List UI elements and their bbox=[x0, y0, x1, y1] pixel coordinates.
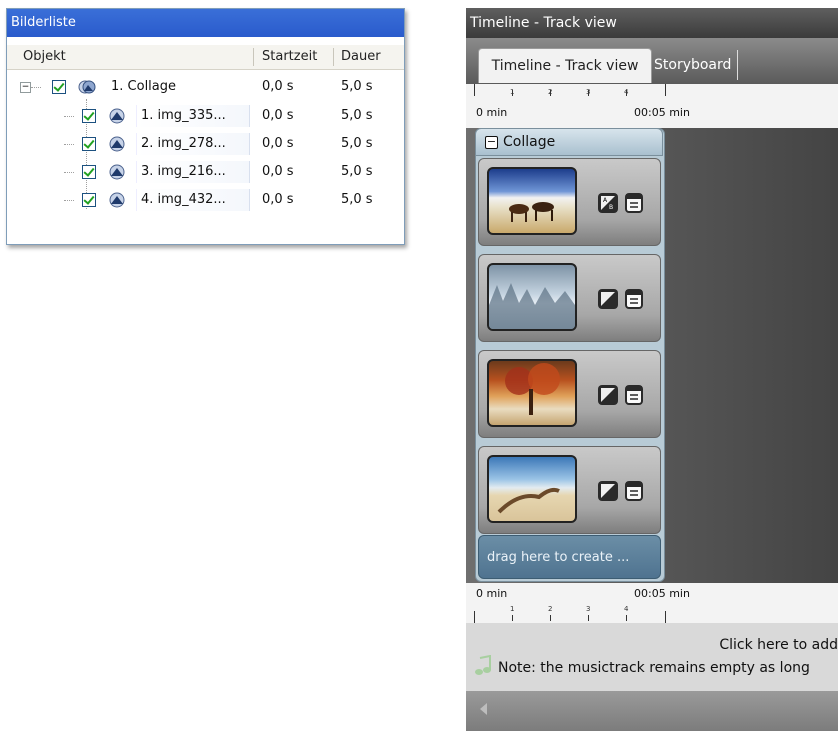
tab-track-view[interactable]: Timeline - Track view bbox=[478, 48, 652, 83]
clip-properties-icon[interactable] bbox=[623, 288, 645, 310]
transition-ab-icon[interactable] bbox=[597, 480, 619, 502]
checkbox-collage[interactable] bbox=[52, 80, 66, 94]
scroll-left-icon[interactable] bbox=[480, 703, 487, 715]
clip-4[interactable] bbox=[478, 446, 661, 534]
time-ruler-top[interactable]: 1 2 3 4 0 min 00:05 min bbox=[466, 84, 838, 128]
checkbox-image[interactable] bbox=[82, 137, 96, 151]
time-ruler-bottom[interactable]: 0 min 00:05 min 1 2 3 4 bbox=[466, 583, 838, 623]
ruler-mark-label: 00:05 min bbox=[634, 106, 690, 119]
transition-ab-icon[interactable] bbox=[597, 384, 619, 406]
ruler-start-label: 0 min bbox=[476, 106, 508, 119]
start-time: 0,0 s bbox=[262, 192, 294, 207]
clip-properties-icon[interactable] bbox=[623, 384, 645, 406]
list-item[interactable]: − 1. Collage 0,0 s 5,0 s bbox=[7, 73, 404, 101]
duration: 5,0 s bbox=[341, 164, 373, 179]
start-time: 0,0 s bbox=[262, 108, 294, 123]
list-item[interactable]: 1. img_335... 0,0 s 5,0 s bbox=[7, 102, 404, 130]
list-item[interactable]: 4. img_432... 0,0 s 5,0 s bbox=[7, 186, 404, 214]
image-name[interactable]: 3. img_216... bbox=[141, 158, 226, 186]
group-label: Collage bbox=[503, 134, 556, 150]
tab-bar: Timeline - Track view Storyboard bbox=[466, 38, 838, 84]
start-time: 0,0 s bbox=[262, 136, 294, 151]
music-note-icon bbox=[475, 655, 491, 675]
collage-name: 1. Collage bbox=[111, 79, 177, 94]
clip-1[interactable]: A B bbox=[478, 158, 661, 246]
checkbox-image[interactable] bbox=[82, 109, 96, 123]
collapse-group-button[interactable]: − bbox=[485, 136, 498, 149]
add-music-hint[interactable]: Click here to add bbox=[719, 637, 838, 653]
transition-ab-icon[interactable]: A B bbox=[597, 192, 619, 214]
start-time: 0,0 s bbox=[262, 164, 294, 179]
clip-3[interactable] bbox=[478, 350, 661, 438]
duration: 5,0 s bbox=[341, 79, 373, 94]
image-icon bbox=[109, 108, 125, 124]
image-name[interactable]: 4. img_432... bbox=[141, 186, 226, 214]
winter-thumbnail bbox=[487, 263, 577, 331]
column-startzeit[interactable]: Startzeit bbox=[262, 45, 317, 69]
clip-2[interactable] bbox=[478, 254, 661, 342]
duration: 5,0 s bbox=[341, 136, 373, 151]
image-icon bbox=[109, 136, 125, 152]
column-dauer[interactable]: Dauer bbox=[341, 45, 381, 69]
drag-drop-zone[interactable]: drag here to create ... bbox=[478, 535, 661, 579]
column-objekt[interactable]: Objekt bbox=[23, 45, 66, 69]
tab-storyboard[interactable]: Storyboard bbox=[654, 50, 739, 80]
collapse-toggle[interactable]: − bbox=[20, 82, 31, 93]
list-item[interactable]: 3. img_216... 0,0 s 5,0 s bbox=[7, 158, 404, 186]
image-icon bbox=[109, 192, 125, 208]
start-time: 0,0 s bbox=[262, 79, 294, 94]
image-name[interactable]: 2. img_278... bbox=[141, 130, 226, 158]
timeline-panel: Timeline - Track view Timeline - Track v… bbox=[466, 8, 838, 731]
list-item[interactable]: 2. img_278... 0,0 s 5,0 s bbox=[7, 130, 404, 158]
music-track[interactable]: Click here to add Note: the musictrack r… bbox=[466, 623, 838, 691]
svg-text:B: B bbox=[609, 204, 613, 211]
checkbox-image[interactable] bbox=[82, 193, 96, 207]
checkbox-image[interactable] bbox=[82, 165, 96, 179]
timeline-title: Timeline - Track view bbox=[466, 8, 838, 38]
transition-ab-icon[interactable] bbox=[597, 288, 619, 310]
duration: 5,0 s bbox=[341, 108, 373, 123]
horizontal-scrollbar[interactable] bbox=[466, 691, 838, 731]
collage-icon bbox=[78, 80, 96, 94]
autumn-tree-thumbnail bbox=[487, 359, 577, 427]
music-note-text: Note: the musictrack remains empty as lo… bbox=[498, 660, 810, 676]
duration: 5,0 s bbox=[341, 192, 373, 207]
collage-group-header[interactable]: − Collage bbox=[475, 128, 663, 156]
horses-thumbnail bbox=[487, 167, 577, 235]
bilderliste-title: Bilderliste bbox=[7, 9, 404, 37]
bilderliste-header: Objekt Startzeit Dauer bbox=[7, 45, 404, 70]
beach-thumbnail bbox=[487, 455, 577, 523]
clip-properties-icon[interactable] bbox=[623, 480, 645, 502]
image-icon bbox=[109, 164, 125, 180]
image-name[interactable]: 1. img_335... bbox=[141, 102, 226, 130]
clip-properties-icon[interactable] bbox=[623, 192, 645, 214]
bilderliste-panel: Bilderliste Objekt Startzeit Dauer − 1. … bbox=[6, 8, 405, 245]
